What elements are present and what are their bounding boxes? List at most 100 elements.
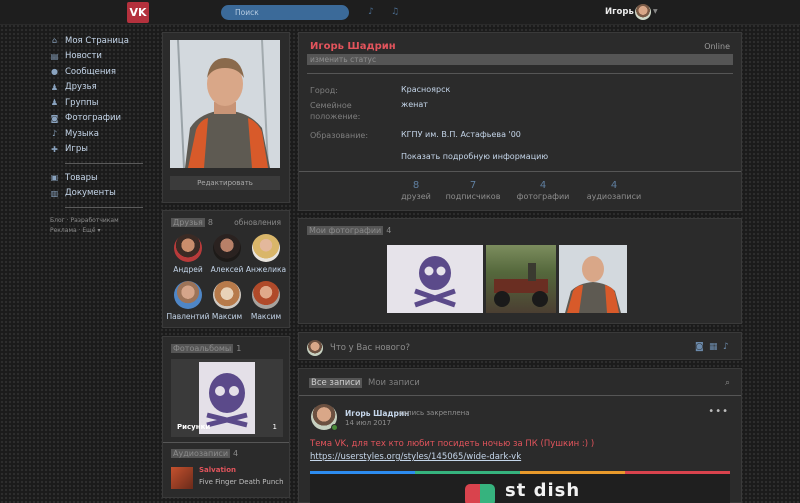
avatar: [174, 234, 202, 262]
divider: [65, 163, 143, 164]
tab-all-posts[interactable]: Все записи: [309, 378, 363, 388]
albums-title[interactable]: Фотоальбомы 1: [171, 344, 241, 353]
footer-link-ads[interactable]: Реклама: [50, 227, 77, 234]
nav-footer: Блог · Разработчикам Реклама · Ещё ▾: [50, 217, 119, 234]
friends-panel: Друзья 8 обновления Андрей Алексей Анжели…: [162, 210, 290, 328]
nav-item-news[interactable]: ▤ Новости: [50, 49, 150, 65]
music-icon[interactable]: ♫: [390, 7, 400, 17]
post-date[interactable]: 14 июл 2017: [345, 419, 391, 427]
post-link[interactable]: https://userstyles.org/styles/145065/wid…: [310, 452, 521, 462]
new-post-box: Что у Вас нового? ◙ ▦ ♪: [298, 332, 742, 360]
nav-item-my-page[interactable]: ⌂ Моя Страница: [50, 33, 150, 49]
divider: [163, 442, 289, 443]
nav-item-groups[interactable]: ♟ Группы: [50, 95, 150, 111]
profile-photo-image: [170, 40, 280, 168]
bell-icon[interactable]: ♪: [366, 7, 376, 17]
camera-icon: ◙: [50, 113, 59, 123]
divider: [307, 73, 733, 74]
friend-item[interactable]: Максим: [244, 281, 288, 321]
app-logo-icon: [465, 484, 495, 503]
post-image-caption: st dish: [505, 480, 581, 501]
friends-title[interactable]: Друзья 8: [171, 218, 213, 227]
shop-icon: ▣: [50, 173, 59, 183]
camera-icon[interactable]: ◙: [695, 342, 704, 352]
footer-link-more[interactable]: Ещё: [82, 227, 95, 234]
music-icon[interactable]: ♪: [723, 342, 729, 352]
groups-icon: ♟: [50, 98, 59, 108]
chevron-down-icon[interactable]: ▼: [653, 8, 658, 15]
avatar: [252, 281, 280, 309]
edit-profile-button[interactable]: Редактировать: [170, 176, 280, 190]
post-image[interactable]: st dish: [310, 474, 730, 503]
top-bar: VK Поиск ♪ ♫ Игорь ▼: [0, 0, 800, 25]
left-nav: ⌂ Моя Страница ▤ Новости ● Сообщения ♟ Друзь…: [50, 33, 150, 236]
profile-photo-panel: Редактировать: [162, 32, 290, 203]
online-status: Online: [704, 42, 730, 51]
counter-photos[interactable]: 4 фотографии: [513, 180, 573, 201]
profile-photo[interactable]: [170, 40, 280, 168]
nav-item-games[interactable]: ✚ Игры: [50, 142, 150, 158]
profile-name: Игорь Шадрин: [310, 41, 396, 52]
avatar: [252, 234, 280, 262]
nav-item-photos[interactable]: ◙ Фотографии: [50, 111, 150, 127]
search-input[interactable]: Поиск: [221, 5, 349, 20]
info-city-link[interactable]: Красноярск: [401, 85, 450, 94]
audio-track-artist[interactable]: Five Finger Death Punch: [199, 478, 284, 486]
nav-item-goods[interactable]: ▣ Товары: [50, 170, 150, 186]
top-user-name[interactable]: Игорь: [605, 7, 634, 17]
more-options-icon[interactable]: •••: [708, 406, 729, 417]
avatar: [307, 340, 323, 356]
photos-title[interactable]: Мои фотографии 4: [307, 226, 391, 235]
info-family-link[interactable]: женат: [401, 100, 428, 109]
friend-item[interactable]: Андрей: [166, 234, 210, 274]
friend-item[interactable]: Анжелика: [244, 234, 288, 274]
avatar[interactable]: [635, 4, 651, 20]
nav-item-messages[interactable]: ● Сообщения: [50, 64, 150, 80]
video-icon[interactable]: ▦: [709, 342, 718, 352]
atv-image: [494, 263, 548, 307]
photo-thumb[interactable]: [559, 245, 627, 313]
info-label: Город:: [310, 86, 338, 95]
nav-item-friends[interactable]: ♟ Друзья: [50, 80, 150, 96]
info-education-link[interactable]: КГПУ им. В.П. Астафьева '00: [401, 130, 521, 139]
news-icon: ▤: [50, 51, 59, 61]
audio-cover[interactable]: [171, 467, 193, 489]
audio-track-title[interactable]: Salvation: [199, 466, 236, 474]
nav-item-music[interactable]: ♪ Музыка: [50, 126, 150, 142]
wall-panel: Все записи Мои записи ⌕ Игорь Шадрин зап…: [298, 368, 742, 503]
photo-thumb[interactable]: [387, 245, 483, 313]
my-photos-panel: Мои фотографии 4: [298, 218, 742, 324]
profile-info-panel: Игорь Шадрин Online изменить статус Горо…: [298, 32, 742, 211]
portrait-image: [565, 256, 621, 313]
friend-item[interactable]: Павлентий: [166, 281, 210, 321]
tab-my-posts[interactable]: Мои записи: [368, 378, 420, 388]
footer-link-blog[interactable]: Блог: [50, 217, 65, 224]
album-count: 1: [272, 423, 277, 431]
music-icon: ♪: [51, 129, 58, 139]
status-input[interactable]: изменить статус: [307, 54, 733, 65]
album-cover[interactable]: Рисунки 1: [171, 359, 283, 437]
new-post-input[interactable]: Что у Вас нового?: [330, 343, 410, 353]
show-more-info-link[interactable]: Показать подробную информацию: [401, 152, 548, 161]
search-icon[interactable]: ⌕: [725, 378, 730, 388]
friend-item[interactable]: Алексей: [205, 234, 249, 274]
documents-icon: ▥: [50, 188, 59, 198]
friend-item[interactable]: Максим: [205, 281, 249, 321]
home-icon: ⌂: [51, 36, 58, 46]
vk-logo[interactable]: VK: [127, 2, 149, 23]
nav-item-documents[interactable]: ▥ Документы: [50, 186, 150, 202]
audio-title[interactable]: Аудиозаписи 4: [171, 449, 238, 458]
divider: [299, 171, 741, 172]
info-label: Семейное положение:: [310, 101, 361, 121]
album-name: Рисунки: [177, 423, 211, 431]
photo-thumb[interactable]: [486, 245, 556, 313]
counter-audio[interactable]: 4 аудиозаписи: [583, 180, 645, 201]
counter-followers[interactable]: 7 подписчиков: [443, 180, 503, 201]
messages-icon: ●: [51, 67, 58, 77]
counter-friends[interactable]: 8 друзей: [391, 180, 441, 201]
post-pinned-label: запись закреплена: [399, 409, 470, 417]
info-label: Образование:: [310, 131, 369, 140]
albums-panel: Фотоальбомы 1 Рисунки 1 Аудиозаписи 4 Salv…: [162, 336, 290, 498]
footer-link-dev[interactable]: Разработчикам: [71, 217, 119, 224]
friends-updates-link[interactable]: обновления: [234, 218, 281, 227]
